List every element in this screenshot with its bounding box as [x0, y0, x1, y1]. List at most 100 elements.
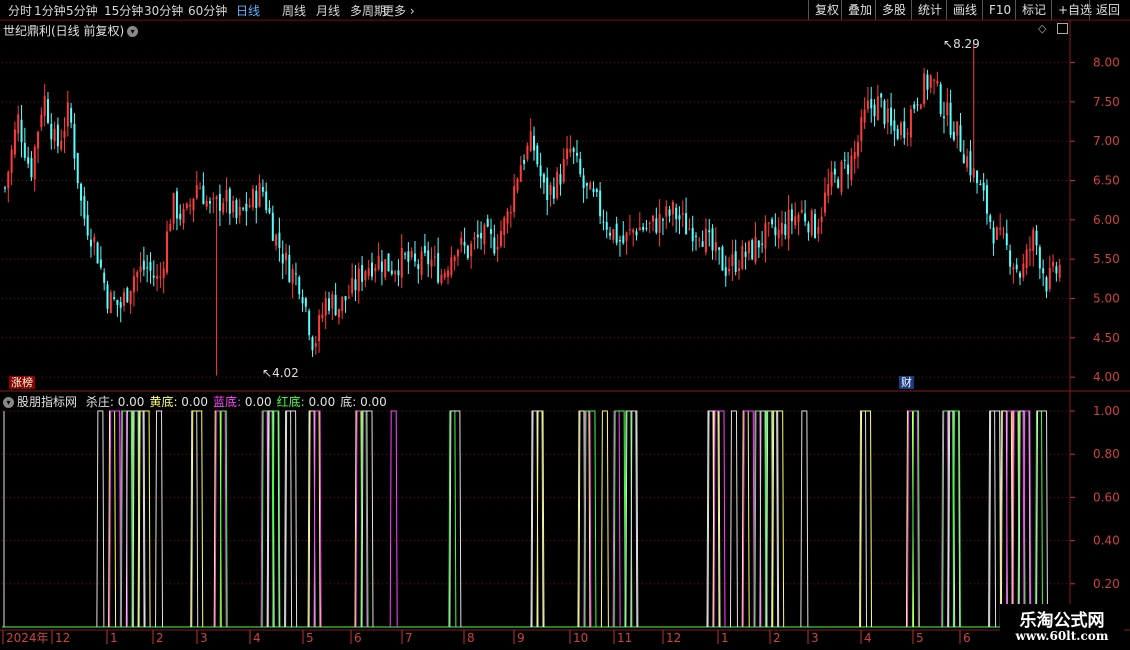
time-label: 5 — [916, 631, 924, 645]
candle-body — [754, 236, 757, 263]
candle-body — [830, 171, 833, 187]
candle-body — [1048, 267, 1051, 289]
candle-body — [361, 265, 364, 282]
candle-body — [357, 268, 360, 292]
candle-body — [46, 99, 49, 123]
time-label: 6 — [354, 631, 362, 645]
indicator-tick-label: 0.60 — [1093, 490, 1120, 504]
candle-body — [499, 231, 502, 247]
candle-body — [466, 245, 469, 259]
time-label: 1 — [721, 631, 729, 645]
candle-body — [1035, 230, 1038, 246]
candle-body — [704, 228, 707, 253]
candle-body — [529, 131, 532, 151]
rank-badge[interactable]: 涨榜 — [9, 376, 35, 389]
candle-body — [437, 253, 440, 283]
candle-body — [559, 174, 562, 185]
candle-body — [903, 121, 906, 139]
candle-body — [7, 171, 10, 189]
candle-body — [790, 209, 793, 222]
candle-body — [99, 259, 102, 268]
candle-body — [370, 262, 373, 277]
candle-body — [288, 254, 291, 282]
candle-body — [132, 276, 135, 293]
candle-body — [40, 114, 43, 128]
candle-body — [169, 223, 172, 232]
candle-body — [208, 200, 211, 204]
candle-body — [460, 237, 463, 245]
candle-body — [767, 222, 770, 224]
candle-body — [23, 142, 26, 158]
watermark-url: www.60lt.com — [1015, 629, 1109, 643]
candle-body — [225, 189, 228, 202]
candle-body — [536, 145, 539, 165]
candle-body — [625, 232, 628, 241]
candle-body — [648, 222, 651, 224]
candle-body — [777, 229, 780, 239]
indicator-number-0: 0.00 — [113, 395, 145, 409]
candle-body — [1055, 266, 1058, 274]
signal-pulse — [96, 410, 105, 628]
candle-body — [1005, 233, 1008, 246]
candle-body — [268, 208, 271, 213]
candle-body — [83, 196, 86, 219]
candle-body — [152, 275, 155, 278]
candle-body — [440, 274, 443, 284]
candle-body — [1022, 263, 1025, 278]
candle-body — [195, 185, 198, 199]
candle-body — [423, 245, 426, 253]
indicator-title-row: ▾ 股朋指标网 杀庄: 0.00 黄底: 0.00 蓝底: 0.00 红底: 0.00 底… — [3, 393, 387, 410]
indicator-value-4: 底: 0.00 — [340, 395, 387, 409]
candle-body — [737, 268, 740, 271]
time-label: 5 — [306, 631, 314, 645]
indicator-number-1: 0.00 — [177, 395, 209, 409]
finance-badge[interactable]: 财 — [899, 376, 914, 389]
candle-body — [985, 185, 988, 214]
candle-body — [566, 148, 569, 160]
candle-body — [589, 183, 592, 190]
candle-body — [506, 211, 509, 224]
candle-body — [866, 100, 869, 109]
signal-pulse — [600, 410, 609, 628]
price-tick-label: 5.50 — [1093, 252, 1120, 266]
candle-body — [248, 205, 251, 207]
candle-body — [417, 264, 420, 270]
candle-body — [833, 168, 836, 175]
candle-body — [1025, 249, 1028, 268]
candle-body — [324, 298, 327, 316]
candle-body — [853, 151, 856, 160]
candle-body — [1052, 261, 1055, 267]
candle-body — [159, 276, 162, 278]
indicator-number-4: 0.00 — [356, 395, 387, 409]
candle-body — [377, 255, 380, 270]
candle-body — [480, 232, 483, 239]
candle-body — [880, 93, 883, 98]
candle-body — [857, 142, 860, 157]
price-tick-label: 7.00 — [1093, 134, 1120, 148]
candle-body — [556, 171, 559, 198]
candle-body — [718, 247, 721, 250]
candle-body — [10, 149, 13, 173]
candle-body — [172, 193, 175, 224]
candle-body — [341, 296, 344, 311]
time-label: 1 — [110, 631, 118, 645]
candle-body — [989, 215, 992, 223]
candle-body — [162, 268, 165, 278]
candle-body — [850, 155, 853, 181]
candle-body — [823, 192, 826, 213]
candle-body — [80, 183, 83, 201]
candle-body — [933, 79, 936, 81]
candle-body — [632, 229, 635, 233]
candle-body — [275, 234, 278, 246]
candle-body — [93, 237, 96, 243]
candle-body — [476, 234, 479, 238]
indicator-value-2: 蓝底: 0.00 — [213, 395, 272, 409]
indicator-value-0: 杀庄: 0.00 — [86, 395, 145, 409]
chevron-down-icon[interactable]: ▾ — [3, 397, 14, 408]
candle-body — [271, 212, 274, 241]
candle-body — [642, 226, 645, 230]
candle-body — [810, 210, 813, 236]
time-label: 11 — [617, 631, 632, 645]
candle-body — [308, 310, 311, 336]
candle-body — [374, 267, 377, 272]
